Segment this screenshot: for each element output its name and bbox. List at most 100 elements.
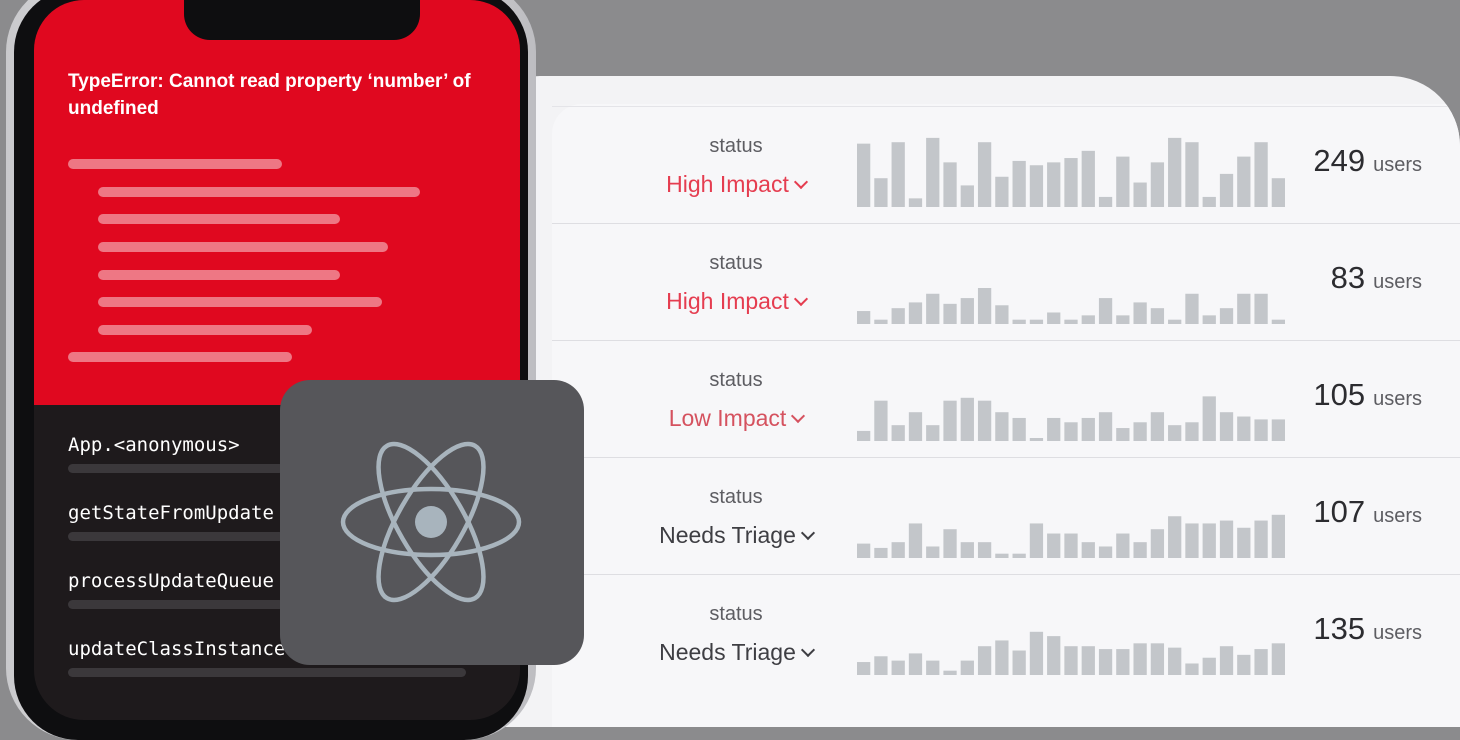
error-title: TypeError: Cannot read property ‘number’… bbox=[68, 71, 471, 119]
sparkline-bar bbox=[1012, 160, 1026, 207]
sparkline-bar bbox=[977, 142, 992, 207]
status-dropdown[interactable]: Needs Triage bbox=[612, 639, 860, 666]
sparkline-bar bbox=[1098, 649, 1113, 675]
sparkline-bar bbox=[995, 176, 1009, 207]
sparkline-bar bbox=[1185, 663, 1199, 675]
sparkline-bar bbox=[1219, 412, 1234, 441]
sparkline-bar bbox=[977, 400, 992, 441]
code-line bbox=[98, 242, 388, 252]
status-value: Low Impact bbox=[668, 405, 787, 431]
sparkline-bar bbox=[1012, 553, 1026, 558]
sparkline-bar bbox=[908, 523, 923, 558]
sparkline-bar bbox=[857, 311, 871, 324]
sparkline-bar bbox=[1133, 182, 1147, 207]
code-line bbox=[68, 159, 282, 169]
sparkline-bar bbox=[1237, 416, 1251, 441]
code-line bbox=[98, 297, 382, 307]
sparkline-bar bbox=[1168, 647, 1182, 675]
sparkline-bar bbox=[874, 178, 888, 207]
sparkline-bar bbox=[943, 670, 957, 675]
issue-row[interactable]: status Low Impact 105 users bbox=[552, 340, 1460, 457]
sparkline-bar bbox=[1254, 142, 1268, 207]
sparkline-bar bbox=[908, 412, 923, 441]
sparkline-bar bbox=[891, 542, 905, 558]
sparkline-bar bbox=[857, 430, 871, 441]
framework-card bbox=[280, 380, 584, 665]
sparkline-bar bbox=[1219, 520, 1234, 558]
code-line bbox=[98, 187, 420, 197]
sparkline-bar bbox=[960, 185, 974, 207]
code-line bbox=[98, 325, 312, 335]
sparkline-bar bbox=[1185, 422, 1199, 441]
sparkline-bar bbox=[1047, 533, 1061, 558]
status-label: status bbox=[709, 603, 763, 625]
status-value: Needs Triage bbox=[659, 522, 796, 548]
sparkline-bar bbox=[1150, 529, 1165, 558]
code-line bbox=[98, 270, 340, 280]
sparkline-bar bbox=[943, 162, 957, 207]
chevron-down-icon bbox=[793, 291, 808, 307]
users-number: 83 bbox=[1330, 260, 1366, 295]
sparkline-bar bbox=[1133, 302, 1147, 324]
sparkline-bar bbox=[1237, 156, 1251, 207]
sparkline-bar bbox=[1271, 178, 1285, 207]
sparkline-bar bbox=[891, 142, 905, 207]
issue-row[interactable]: status High Impact 83 users bbox=[552, 223, 1460, 340]
status-dropdown[interactable]: High Impact bbox=[612, 288, 860, 315]
sparkline-bar bbox=[874, 547, 888, 558]
issue-list: status High Impact 249 users status High Impa… bbox=[552, 104, 1460, 727]
sparkline-bar bbox=[926, 546, 940, 558]
code-line bbox=[68, 352, 292, 362]
stack-frame[interactable]: updateClassInstance bbox=[68, 638, 285, 660]
sparkline-bar bbox=[1150, 162, 1165, 207]
phone-notch bbox=[184, 0, 420, 40]
issue-list-panel: status High Impact 249 users status High Impa… bbox=[500, 76, 1460, 727]
users-unit: users bbox=[1373, 622, 1422, 644]
sparkline-bar bbox=[1116, 533, 1130, 558]
sparkline-bar bbox=[1185, 523, 1199, 558]
sparkline-bar bbox=[1168, 319, 1182, 324]
status-dropdown[interactable]: Needs Triage bbox=[612, 522, 860, 549]
sparkline-bar bbox=[995, 305, 1009, 324]
stack-frame[interactable]: processUpdateQueue bbox=[68, 570, 274, 592]
sparkline-bar bbox=[1081, 417, 1095, 441]
sparkline-bar bbox=[857, 543, 871, 558]
error-banner: TypeError: Cannot read property ‘number’… bbox=[34, 0, 520, 405]
stack-frame[interactable]: getStateFromUpdate bbox=[68, 502, 274, 524]
status-dropdown[interactable]: Low Impact bbox=[612, 405, 860, 432]
sparkline-bar bbox=[1064, 158, 1078, 207]
sparkline-bar bbox=[1168, 516, 1182, 558]
status-label: status bbox=[709, 486, 763, 508]
sparkline-bar bbox=[1098, 196, 1113, 207]
issue-row[interactable]: status Needs Triage 107 users bbox=[552, 457, 1460, 574]
sparkline-bar bbox=[1202, 315, 1216, 324]
sparkline-bar bbox=[1098, 412, 1113, 441]
sparkline-bar bbox=[1064, 422, 1078, 441]
users-trend-sparkline bbox=[857, 137, 1285, 207]
sparkline-bar bbox=[1202, 196, 1216, 207]
sparkline-bar bbox=[926, 660, 940, 675]
sparkline-bar bbox=[1064, 319, 1078, 324]
sparkline-bar bbox=[1133, 422, 1147, 441]
sparkline-bar bbox=[1168, 425, 1182, 441]
sparkline-bar bbox=[1116, 156, 1130, 207]
status-value: Needs Triage bbox=[659, 639, 796, 665]
sparkline-bar bbox=[1254, 649, 1268, 675]
sparkline-bar bbox=[1047, 312, 1061, 324]
sparkline-bar bbox=[1254, 520, 1268, 558]
sparkline-bar bbox=[977, 542, 992, 558]
sparkline-bar bbox=[1271, 419, 1285, 441]
sparkline-bar bbox=[891, 425, 905, 441]
sparkline-bar bbox=[1237, 293, 1251, 324]
status-dropdown[interactable]: High Impact bbox=[612, 171, 860, 198]
status-value: High Impact bbox=[666, 288, 789, 314]
sparkline-bar bbox=[1047, 417, 1061, 441]
sparkline-bar bbox=[1064, 533, 1078, 558]
sparkline-bar bbox=[995, 640, 1009, 675]
users-unit: users bbox=[1373, 505, 1422, 527]
sparkline-bar bbox=[874, 319, 888, 324]
sparkline-bar bbox=[960, 542, 974, 558]
issue-row[interactable]: status Needs Triage 135 users bbox=[552, 574, 1460, 691]
stack-frame[interactable]: App.<anonymous> bbox=[68, 434, 240, 456]
issue-row[interactable]: status High Impact 249 users bbox=[552, 106, 1460, 223]
